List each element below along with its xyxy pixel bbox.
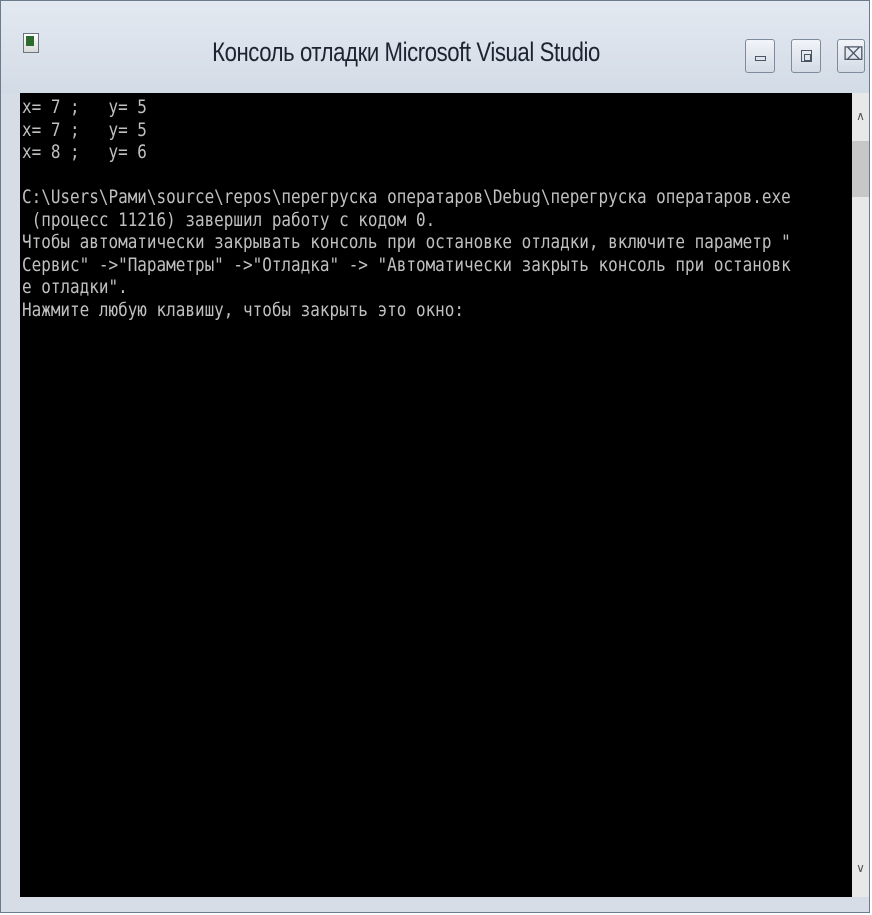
window-title: Консоль отладки Microsoft Visual Studio	[212, 37, 600, 67]
console-line: е отладки".	[22, 276, 128, 298]
maximize-icon	[801, 50, 812, 62]
console-line: x= 7 ; y= 5	[22, 96, 147, 118]
close-button[interactable]: ⌧	[837, 39, 865, 73]
console-app-icon[interactable]	[23, 33, 39, 53]
vertical-scrollbar[interactable]: ∧ ∨	[852, 93, 869, 897]
console-output-area[interactable]: x= 7 ; y= 5 x= 7 ; y= 5 x= 8 ; y= 6 C:\U…	[20, 93, 852, 897]
minimize-icon	[755, 56, 766, 61]
console-window: Консоль отладки Microsoft Visual Studio …	[0, 0, 870, 913]
console-line: x= 7 ; y= 5	[22, 118, 147, 141]
scroll-down-button[interactable]: ∨	[852, 853, 869, 893]
close-icon: ⌧	[843, 44, 864, 65]
minimize-button[interactable]	[745, 39, 775, 73]
maximize-button[interactable]	[791, 39, 821, 73]
scroll-thumb[interactable]	[852, 141, 869, 197]
console-line: Нажмите любую клавишу, чтобы закрыть это…	[22, 298, 465, 321]
title-bar[interactable]: Консоль отладки Microsoft Visual Studio …	[1, 1, 869, 93]
console-line: Чтобы автоматически закрывать консоль пр…	[22, 231, 791, 253]
console-line: x= 8 ; y= 6	[22, 141, 147, 163]
scroll-up-button[interactable]: ∧	[852, 101, 869, 141]
console-line: (процесс 11216) завершил работу с кодом …	[22, 208, 436, 231]
console-line: C:\Users\Рами\source\repos\перегрyска оп…	[22, 186, 791, 208]
console-line: Сервис" ->"Параметры" ->"Отладка" -> "Ав…	[22, 253, 791, 276]
console-text: x= 7 ; y= 5 x= 7 ; y= 5 x= 8 ; y= 6 C:\U…	[22, 96, 791, 321]
